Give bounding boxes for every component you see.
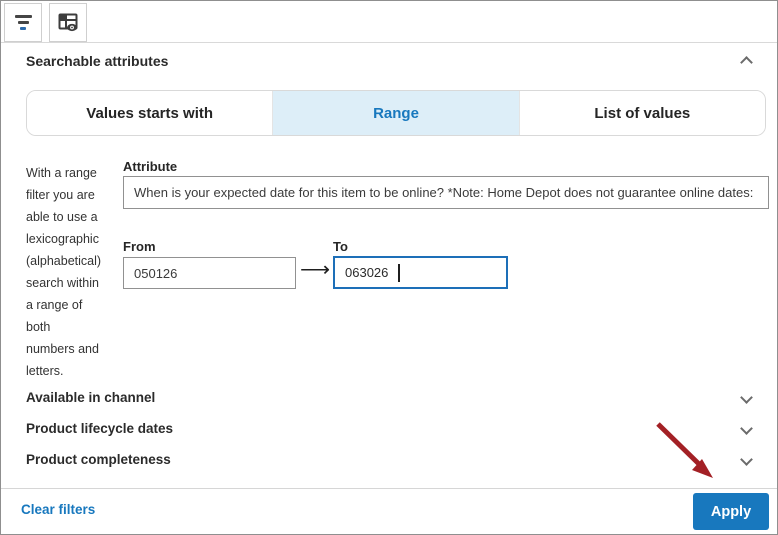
- from-input[interactable]: [123, 257, 296, 289]
- section-label: Available in channel: [26, 390, 156, 405]
- table-eye-icon: [58, 13, 78, 32]
- chevron-up-icon[interactable]: [740, 56, 753, 69]
- tab-values-starts-with[interactable]: Values starts with: [27, 91, 273, 135]
- section-label: Product completeness: [26, 452, 171, 467]
- attribute-input[interactable]: [123, 176, 769, 209]
- range-hint-text: With a range filter you are able to use …: [26, 166, 102, 378]
- filter-toggle-button[interactable]: [4, 3, 42, 42]
- to-label: To: [333, 239, 348, 254]
- to-input[interactable]: [333, 256, 508, 289]
- footer-divider: [1, 488, 777, 489]
- column-options-button[interactable]: [49, 3, 87, 42]
- filter-lines-icon: [14, 15, 32, 30]
- arrow-right-icon: ⟶: [300, 258, 331, 281]
- search-mode-tabs: Values starts with Range List of values: [26, 90, 766, 136]
- filter-panel: Searchable attributes Values starts with…: [0, 0, 778, 535]
- toolbar-divider: [1, 42, 777, 43]
- section-searchable-attributes[interactable]: Searchable attributes: [26, 50, 757, 72]
- clear-filters-link[interactable]: Clear filters: [21, 502, 95, 517]
- text-cursor: [398, 264, 400, 282]
- chevron-down-icon[interactable]: [740, 453, 753, 466]
- section-product-completeness[interactable]: Product completeness: [26, 444, 757, 475]
- chevron-down-icon[interactable]: [740, 391, 753, 404]
- chevron-down-icon[interactable]: [740, 422, 753, 435]
- apply-button[interactable]: Apply: [693, 493, 769, 530]
- section-available-in-channel[interactable]: Available in channel: [26, 382, 757, 413]
- tab-list-of-values[interactable]: List of values: [518, 91, 765, 135]
- attribute-label: Attribute: [123, 159, 178, 174]
- tab-range[interactable]: Range: [272, 91, 519, 135]
- section-label: Product lifecycle dates: [26, 421, 174, 436]
- section-title: Searchable attributes: [26, 53, 169, 69]
- section-product-lifecycle-dates[interactable]: Product lifecycle dates: [26, 413, 757, 444]
- from-label: From: [123, 239, 156, 254]
